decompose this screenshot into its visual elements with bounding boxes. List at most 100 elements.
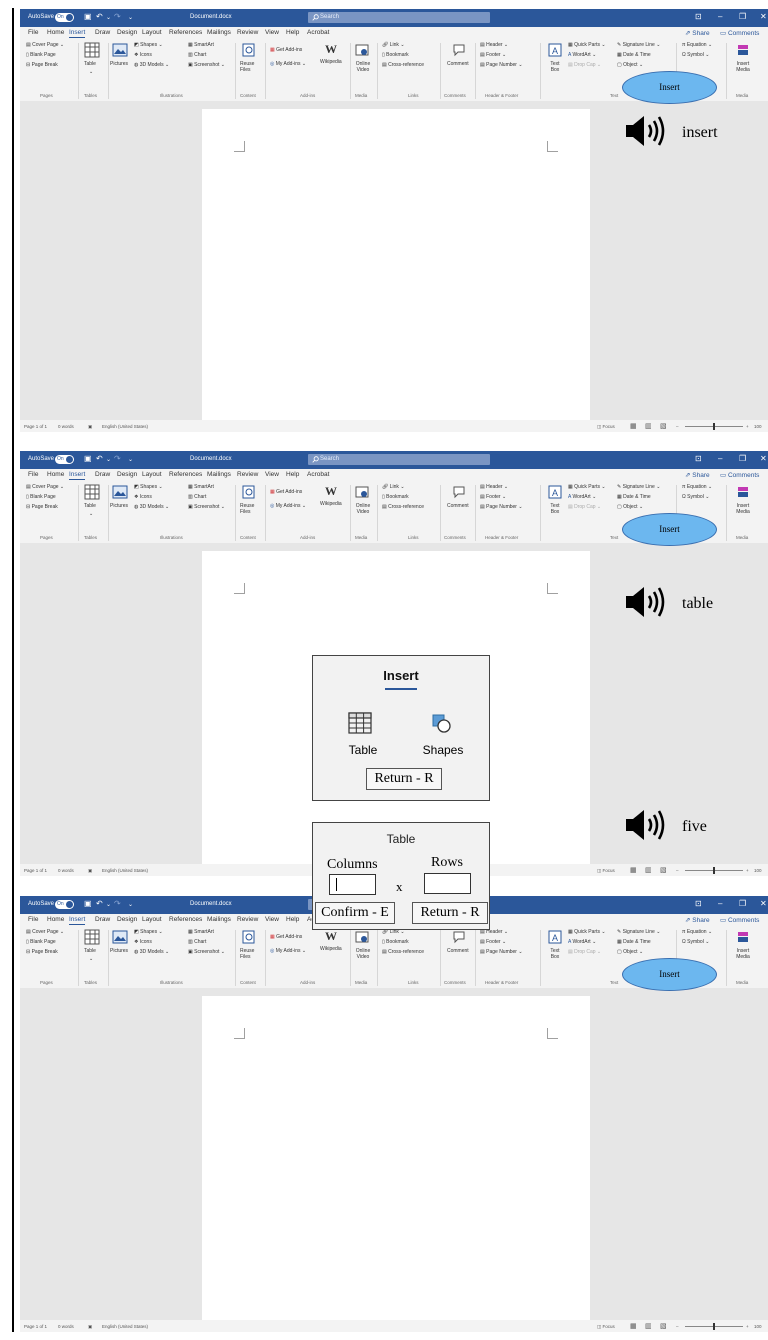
symbol-button[interactable]: Ω Symbol ⌄ xyxy=(682,494,709,500)
signature-line-button[interactable]: ✎ Signature Line ⌄ xyxy=(617,484,660,490)
tab-file[interactable]: File xyxy=(28,29,38,36)
table-option[interactable]: Table xyxy=(333,711,393,761)
zoom-out-icon[interactable]: – xyxy=(676,868,679,873)
comment-icon[interactable] xyxy=(452,43,466,57)
undo-dropdown-icon[interactable]: ⌄ xyxy=(106,901,111,908)
word-count[interactable]: 0 words xyxy=(58,868,74,873)
customize-qat-icon[interactable]: ⌄ xyxy=(128,456,133,463)
insert-media-label[interactable]: Insert Media xyxy=(733,61,753,73)
symbol-button[interactable]: Ω Symbol ⌄ xyxy=(682,939,709,945)
pictures-button-label[interactable]: Pictures xyxy=(110,503,128,509)
header-button[interactable]: ▤ Header ⌄ xyxy=(480,42,508,48)
signature-line-button[interactable]: ✎ Signature Line ⌄ xyxy=(617,929,660,935)
comments-button[interactable]: ▭ Comments xyxy=(720,916,759,924)
reuse-files-icon[interactable] xyxy=(242,43,256,57)
zoom-level[interactable]: 100 xyxy=(754,868,762,873)
online-video-icon[interactable] xyxy=(355,930,369,944)
quick-parts-button[interactable]: ▦ Quick Parts ⌄ xyxy=(568,929,606,935)
tab-help[interactable]: Help xyxy=(286,29,299,36)
my-addins-button[interactable]: ◎ My Add-ins ⌄ xyxy=(270,948,306,954)
blank-page-button[interactable]: ▯ Blank Page xyxy=(26,52,56,58)
smartart-button[interactable]: ▦ SmartArt xyxy=(188,929,214,935)
proofing-icon[interactable]: ▣ xyxy=(88,424,92,430)
page-break-button[interactable]: ⊟ Page Break xyxy=(26,504,58,510)
tab-references[interactable]: References xyxy=(169,471,202,478)
my-addins-button[interactable]: ◎ My Add-ins ⌄ xyxy=(270,61,306,67)
restore-icon[interactable]: ❐ xyxy=(739,12,746,21)
tab-acrobat[interactable]: Acrobat xyxy=(307,471,329,478)
autosave-toggle[interactable]: On xyxy=(55,13,74,22)
tab-layout[interactable]: Layout xyxy=(142,29,162,36)
cross-reference-button[interactable]: ▤ Cross-reference xyxy=(382,62,424,68)
page-break-button[interactable]: ⊟ Page Break xyxy=(26,62,58,68)
customize-qat-icon[interactable]: ⌄ xyxy=(128,14,133,21)
link-button[interactable]: 🔗︎ Link ⌄ xyxy=(382,484,405,490)
pictures-button-label[interactable]: Pictures xyxy=(110,61,128,67)
read-mode-icon[interactable]: ▦ xyxy=(630,1322,637,1330)
wordart-button[interactable]: A WordArt ⌄ xyxy=(568,52,596,58)
autosave-toggle[interactable]: On xyxy=(55,455,74,464)
tab-help[interactable]: Help xyxy=(286,471,299,478)
online-video-label[interactable]: Online Video xyxy=(353,503,373,515)
tab-view[interactable]: View xyxy=(265,29,279,36)
cross-reference-button[interactable]: ▤ Cross-reference xyxy=(382,504,424,510)
chart-button[interactable]: ▥ Chart xyxy=(188,939,206,945)
page-count[interactable]: Page 1 of 1 xyxy=(24,1324,47,1329)
drop-cap-button[interactable]: ▤ Drop Cap ⌄ xyxy=(568,62,601,68)
comments-button[interactable]: ▭ Comments xyxy=(720,29,759,37)
object-button[interactable]: ▢ Object ⌄ xyxy=(617,949,643,955)
restore-icon[interactable]: ❐ xyxy=(739,454,746,463)
table-button-label[interactable]: Table xyxy=(84,61,96,67)
date-time-button[interactable]: ▦ Date & Time xyxy=(617,939,651,945)
focus-button[interactable]: ◫ Focus xyxy=(597,868,615,874)
save-icon[interactable]: ▣ xyxy=(84,454,92,463)
page-count[interactable]: Page 1 of 1 xyxy=(24,424,47,429)
equation-button[interactable]: π Equation ⌄ xyxy=(682,42,712,48)
comment-label[interactable]: Comment xyxy=(447,948,469,954)
icons-button[interactable]: ❖ Icons xyxy=(134,494,152,500)
table-button-label[interactable]: Table xyxy=(84,948,96,954)
tab-review[interactable]: Review xyxy=(237,916,258,923)
tab-design[interactable]: Design xyxy=(117,29,137,36)
text-box-label[interactable]: Text Box xyxy=(547,503,563,515)
bookmark-button[interactable]: ▯ Bookmark xyxy=(382,939,409,945)
tab-home[interactable]: Home xyxy=(47,916,64,923)
minimize-icon[interactable]: – xyxy=(718,12,722,21)
undo-icon[interactable]: ↶ xyxy=(96,12,103,21)
equation-button[interactable]: π Equation ⌄ xyxy=(682,484,712,490)
word-count[interactable]: 0 words xyxy=(58,424,74,429)
confirm-button[interactable]: Confirm - E xyxy=(315,902,395,924)
screenshot-button[interactable]: ▣ Screenshot ⌄ xyxy=(188,62,225,68)
tab-file[interactable]: File xyxy=(28,916,38,923)
zoom-in-icon[interactable]: + xyxy=(746,868,749,873)
page-number-button[interactable]: ▤ Page Number ⌄ xyxy=(480,949,523,955)
read-mode-icon[interactable]: ▦ xyxy=(630,866,637,874)
close-icon[interactable]: ✕ xyxy=(760,454,767,463)
3d-models-button[interactable]: ◍ 3D Models ⌄ xyxy=(134,949,169,955)
bookmark-button[interactable]: ▯ Bookmark xyxy=(382,52,409,58)
3d-models-button[interactable]: ◍ 3D Models ⌄ xyxy=(134,62,169,68)
rows-input[interactable] xyxy=(424,873,471,894)
redo-icon[interactable]: ↷ xyxy=(114,454,121,463)
page-number-button[interactable]: ▤ Page Number ⌄ xyxy=(480,504,523,510)
screenshot-button[interactable]: ▣ Screenshot ⌄ xyxy=(188,504,225,510)
comment-icon[interactable] xyxy=(452,930,466,944)
zoom-slider-thumb[interactable] xyxy=(713,1323,715,1330)
get-addins-button[interactable]: ▦ Get Add-ins xyxy=(270,489,302,495)
undo-dropdown-icon[interactable]: ⌄ xyxy=(106,456,111,463)
wikipedia-icon[interactable]: W xyxy=(325,42,337,57)
tab-review[interactable]: Review xyxy=(237,29,258,36)
document-canvas[interactable] xyxy=(20,101,768,420)
header-button[interactable]: ▤ Header ⌄ xyxy=(480,484,508,490)
tab-mailings[interactable]: Mailings xyxy=(207,29,231,36)
smartart-button[interactable]: ▦ SmartArt xyxy=(188,42,214,48)
footer-button[interactable]: ▤ Footer ⌄ xyxy=(480,939,506,945)
table-icon[interactable] xyxy=(84,42,100,58)
wikipedia-label[interactable]: Wikipedia xyxy=(320,946,342,952)
insert-media-icon[interactable] xyxy=(736,43,750,57)
zoom-out-icon[interactable]: – xyxy=(676,1324,679,1329)
language-indicator[interactable]: English (United States) xyxy=(102,424,148,429)
minimize-icon[interactable]: – xyxy=(718,454,722,463)
save-icon[interactable]: ▣ xyxy=(84,12,92,21)
print-layout-icon[interactable]: ▥ xyxy=(645,866,652,874)
